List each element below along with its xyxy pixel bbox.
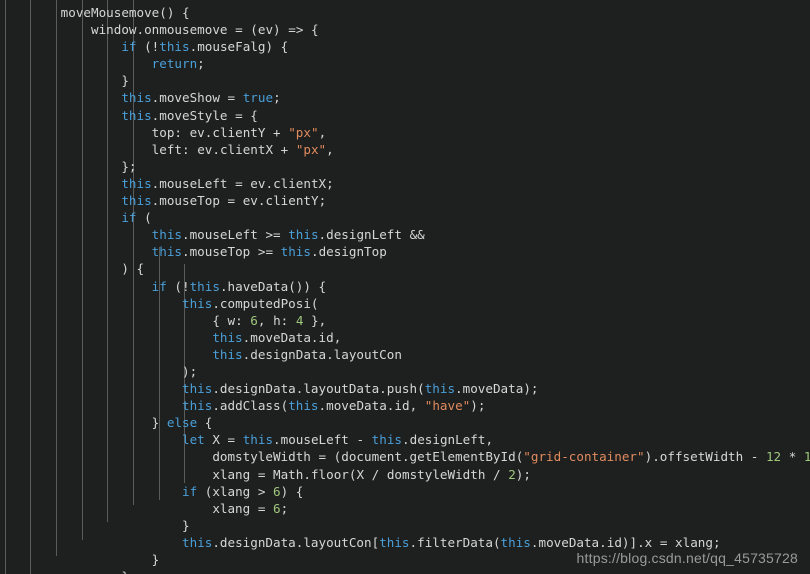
code-line: this.designData.layoutData.push(this.mov…: [181, 381, 539, 397]
code-line: };: [121, 158, 137, 174]
code-line: top: ev.clientY + "px",: [151, 124, 327, 140]
code-line: this.mouseLeft = ev.clientX;: [121, 175, 334, 191]
code-line: this.designData.layoutCon[this.filterDat…: [181, 534, 721, 550]
code-line: this.mouseLeft >= this.designLeft &&: [151, 227, 425, 243]
code-line: domstyleWidth = (document.getElementById…: [212, 449, 810, 465]
code-line: if (: [121, 210, 152, 226]
code-line: let X = this.mouseLeft - this.designLeft…: [181, 432, 494, 448]
code-line: this.mouseTop = ev.clientY;: [121, 193, 327, 209]
code-line: this.computedPosi(: [181, 295, 319, 311]
code-line: window.onmousemove = (ev) => {: [91, 22, 319, 38]
code-line: if (xlang > 6) {: [181, 483, 304, 499]
code-line: if (!this.mouseFalg) {: [121, 39, 289, 55]
code-line: this.moveShow = true;: [121, 90, 281, 106]
code-line: xlang = Math.floor(X / domstyleWidth / 2…: [212, 466, 531, 482]
code-screenshot: moveMousemove() { window.onmousemove = (…: [0, 0, 810, 574]
code-line: );: [181, 363, 198, 379]
code-line: { w: 6, h: 4 },: [212, 312, 327, 328]
code-line: }: [121, 73, 129, 89]
code-line: this.moveStyle = {: [121, 107, 258, 123]
code-block[interactable]: moveMousemove() { window.onmousemove = (…: [0, 0, 810, 574]
code-line: this.addClass(this.moveData.id, "have");: [181, 398, 486, 414]
code-line: }: [0, 568, 810, 574]
code-line: this.mouseTop >= this.designTop: [151, 244, 387, 260]
code-line: xlang = 6;: [212, 500, 289, 516]
code-line: ) {: [121, 261, 145, 277]
code-line: if (!this.haveData()) {: [151, 278, 327, 294]
code-line: this.moveData.id,: [212, 329, 342, 345]
code-line: }: [181, 517, 190, 533]
code-line: this.designData.layoutCon: [212, 346, 402, 362]
code-line: return;: [151, 56, 205, 72]
code-line: moveMousemove() {: [60, 5, 190, 20]
code-line: } else {: [151, 415, 213, 431]
code-line: left: ev.clientX + "px",: [151, 141, 334, 157]
watermark-url: https://blog.csdn.net/qq_45735728: [576, 550, 798, 566]
